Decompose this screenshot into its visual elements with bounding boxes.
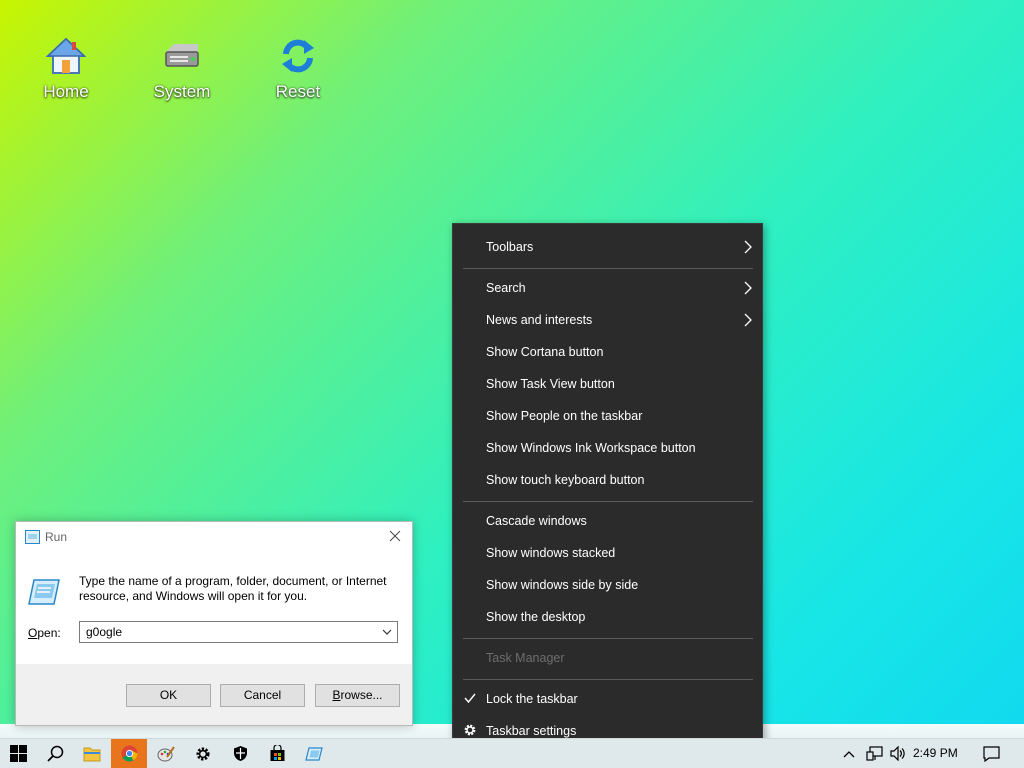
run-program-icon [28, 579, 60, 605]
chevron-right-icon [744, 313, 752, 327]
menu-item-label: Show People on the taskbar [486, 409, 643, 423]
taskbar-context-menu: Toolbars Search News and interests Show … [452, 223, 763, 756]
chevron-down-icon[interactable] [381, 626, 393, 638]
open-input-value[interactable]: g0ogle [86, 625, 122, 639]
home-icon [46, 37, 86, 74]
action-center-button[interactable] [975, 739, 1007, 768]
menu-item-news-and-interests[interactable]: News and interests [453, 304, 762, 336]
chevron-right-icon [744, 240, 752, 254]
chrome-icon [121, 745, 137, 762]
chevron-right-icon [744, 281, 752, 295]
store-icon [270, 745, 284, 761]
menu-item-show-desktop[interactable]: Show the desktop [453, 601, 762, 633]
network-button[interactable] [862, 739, 886, 768]
menu-item-label: Show Task View button [486, 377, 615, 391]
run-dialog: Run Type the name of a program, folder, … [15, 521, 413, 726]
desktop-icon-system[interactable]: System [132, 36, 232, 102]
menu-item-label: Lock the taskbar [486, 692, 578, 706]
menu-item-label: Show touch keyboard button [486, 473, 645, 487]
volume-button[interactable] [886, 739, 910, 768]
open-combobox[interactable]: g0ogle [79, 621, 398, 643]
taskbar-app-security[interactable] [222, 739, 258, 768]
ok-button[interactable]: OK [126, 684, 211, 707]
desktop-icon-home[interactable]: Home [16, 36, 116, 102]
menu-item-windows-side-by-side[interactable]: Show windows side by side [453, 569, 762, 601]
taskbar-app-run[interactable] [296, 739, 332, 768]
taskbar-app-settings[interactable] [185, 739, 221, 768]
menu-item-label: Show windows stacked [486, 546, 616, 560]
menu-separator [463, 501, 753, 502]
menu-item-task-manager: Task Manager [453, 642, 762, 674]
desktop-icon-label: Reset [275, 82, 321, 101]
menu-separator [463, 268, 753, 269]
security-icon [233, 746, 247, 761]
taskbar-app-chrome[interactable] [111, 739, 147, 768]
cancel-button[interactable]: Cancel [220, 684, 305, 707]
refresh-icon [282, 39, 314, 73]
search-icon [46, 745, 63, 762]
menu-item-show-task-view[interactable]: Show Task View button [453, 368, 762, 400]
menu-separator [463, 638, 753, 639]
menu-item-label: Task Manager [486, 651, 565, 665]
volume-icon [889, 746, 905, 761]
settings-icon [196, 747, 210, 760]
menu-item-show-touch-keyboard[interactable]: Show touch keyboard button [453, 464, 762, 496]
chevron-up-icon [843, 750, 855, 757]
taskbar: 2:49 PM [0, 738, 1024, 768]
menu-item-label: News and interests [486, 313, 593, 327]
start-button[interactable] [0, 739, 36, 768]
taskbar-app-file-explorer[interactable] [74, 739, 110, 768]
menu-item-label: Search [486, 281, 526, 295]
show-hidden-icons-button[interactable] [836, 739, 862, 768]
open-label: Open: [28, 626, 61, 640]
run-title: Run [45, 530, 68, 544]
drive-icon [165, 44, 199, 67]
gear-icon [464, 724, 476, 736]
paint-icon [157, 746, 175, 762]
menu-item-label: Toolbars [486, 240, 534, 254]
run-icon [25, 530, 40, 544]
run-description: Type the name of a program, folder, docu… [79, 574, 387, 603]
file-explorer-icon [83, 747, 101, 761]
menu-item-label: Show windows side by side [486, 578, 639, 592]
desktop-icon-label: System [153, 82, 211, 101]
menu-item-show-cortana[interactable]: Show Cortana button [453, 336, 762, 368]
menu-item-windows-stacked[interactable]: Show windows stacked [453, 537, 762, 569]
taskbar-app-paint[interactable] [148, 739, 184, 768]
menu-separator [463, 679, 753, 680]
start-icon [9, 745, 27, 762]
search-button[interactable] [37, 739, 73, 768]
taskbar-app-store[interactable] [259, 739, 295, 768]
menu-item-toolbars[interactable]: Toolbars [453, 231, 762, 263]
network-icon [865, 746, 883, 761]
checkmark-icon [464, 693, 476, 704]
notification-icon [982, 745, 1000, 762]
menu-item-cascade-windows[interactable]: Cascade windows [453, 505, 762, 537]
desktop-icon-label: Home [43, 82, 89, 101]
browse-button[interactable]: Browse... [315, 684, 400, 707]
menu-item-label: Show the desktop [486, 610, 586, 624]
close-icon [389, 530, 401, 542]
menu-item-show-ink-workspace[interactable]: Show Windows Ink Workspace button [453, 432, 762, 464]
menu-item-label: Taskbar settings [486, 724, 577, 738]
clock[interactable]: 2:49 PM [913, 739, 958, 768]
run-footer: OK Cancel Browse... [16, 664, 412, 725]
run-icon [305, 746, 323, 761]
menu-item-show-people[interactable]: Show People on the taskbar [453, 400, 762, 432]
menu-item-label: Show Cortana button [486, 345, 604, 359]
menu-item-search[interactable]: Search [453, 272, 762, 304]
run-titlebar[interactable]: Run [16, 522, 412, 552]
desktop-icon-reset[interactable]: Reset [248, 36, 348, 102]
close-button[interactable] [384, 525, 406, 547]
menu-item-label: Show Windows Ink Workspace button [486, 441, 696, 455]
menu-item-lock-taskbar[interactable]: Lock the taskbar [453, 683, 762, 715]
menu-item-label: Cascade windows [486, 514, 587, 528]
